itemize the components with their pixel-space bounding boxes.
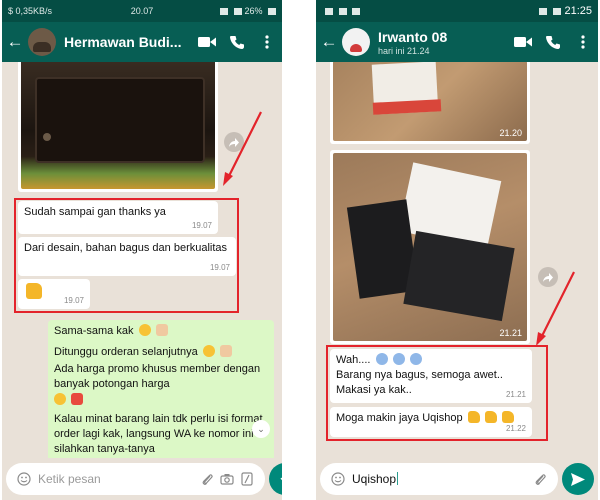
image-time: 21.20 [499,128,522,138]
product-photo [21,62,215,189]
network-speed: $ 0,35KB/s [8,6,53,16]
message-input-container: Uqishop [320,463,558,495]
highlight-box [326,345,548,441]
annotation-arrow [223,111,262,186]
send-button[interactable] [562,463,594,495]
notification-icon [325,8,333,16]
message-text: Sama-sama kak [54,325,134,337]
heart-eyes-emoji-icon [54,393,66,406]
back-arrow-icon[interactable]: ← [4,32,26,52]
message-input-container [6,463,265,495]
status-time: 21:25 [564,5,592,17]
wifi-icon [220,8,229,16]
message-input[interactable] [34,472,197,486]
outgoing-message[interactable]: Sama-sama kak Ditunggu orderan selanjutn… [48,320,274,458]
video-call-icon[interactable] [192,36,222,48]
emoji-icon[interactable] [14,472,34,486]
wink-emoji-icon [202,344,215,357]
highlight-box [14,198,239,313]
chat-screen-right: 21:25 ← Irwanto 08 hari ini 21.24 21.20 [316,0,598,500]
scooter-icon [71,393,84,406]
message-text: Kalau minat barang lain tdk perlu isi fo… [54,413,263,455]
message-list[interactable]: 21.20 21.21 Wah.... Barang nya bagus, se… [316,62,598,458]
mic-button[interactable] [269,463,282,495]
message-text: Ada harga promo khusus member dengan ban… [54,362,261,390]
product-photo [333,62,527,141]
notification-icon [352,8,361,16]
contact-name: Irwanto 08 [378,28,448,45]
attach-icon[interactable] [197,472,217,486]
document-icon[interactable] [237,472,257,486]
status-bar: 21:25 [316,0,598,22]
product-photo [333,153,527,341]
input-bar: Uqishop [316,458,598,500]
image-message[interactable]: 21.21 [330,150,530,344]
phone-call-icon[interactable] [222,35,252,49]
video-call-icon[interactable] [508,36,538,48]
battery-icon [553,7,562,15]
avatar[interactable] [28,28,56,56]
chat-header: ← Irwanto 08 hari ini 21.24 [316,22,598,62]
status-bar: $ 0,35KB/s 20.07 26% [2,0,282,22]
message-input[interactable]: Uqishop [348,472,530,486]
chat-screen-left: $ 0,35KB/s 20.07 26% ← Hermawan Budi... [2,0,282,500]
phone-call-icon[interactable] [538,35,568,49]
last-seen: hari ini 21.24 [378,45,430,56]
praying-hands-icon [155,324,168,336]
back-arrow-icon[interactable]: ← [318,32,340,52]
image-message[interactable]: 21.20 [330,62,530,144]
scroll-down-icon[interactable]: ⌄ [252,420,270,438]
contact-info[interactable]: Irwanto 08 hari ini 21.24 [378,29,508,56]
smile-emoji-icon [138,324,151,336]
battery-level: 26% [244,6,263,16]
send-icon [571,472,585,486]
status-time: 20.07 [130,6,154,16]
message-text: Ditunggu orderan selanjutnya [54,345,198,358]
more-options-icon[interactable] [252,35,282,49]
attach-icon[interactable] [530,472,550,486]
mic-icon [280,477,282,481]
message-list[interactable]: Sudah sampai gan thanks ya 19.07 Dari de… [2,62,282,458]
image-message[interactable] [18,62,218,192]
avatar[interactable] [342,28,370,56]
contact-name: Hermawan Budi... [64,34,182,50]
more-options-icon[interactable] [568,35,598,49]
emoji-icon[interactable] [328,472,348,486]
input-bar [2,458,282,500]
signal-icon [539,7,548,15]
chat-header: ← Hermawan Budi... [2,22,282,62]
camera-icon[interactable] [217,473,237,485]
annotation-arrow [536,271,575,346]
image-time: 21.21 [499,328,522,338]
ok-hand-icon [219,344,232,357]
contact-info[interactable]: Hermawan Budi... [64,34,192,50]
battery-icon [267,8,276,16]
signal-icon [233,8,242,16]
notification-icon [338,8,347,16]
